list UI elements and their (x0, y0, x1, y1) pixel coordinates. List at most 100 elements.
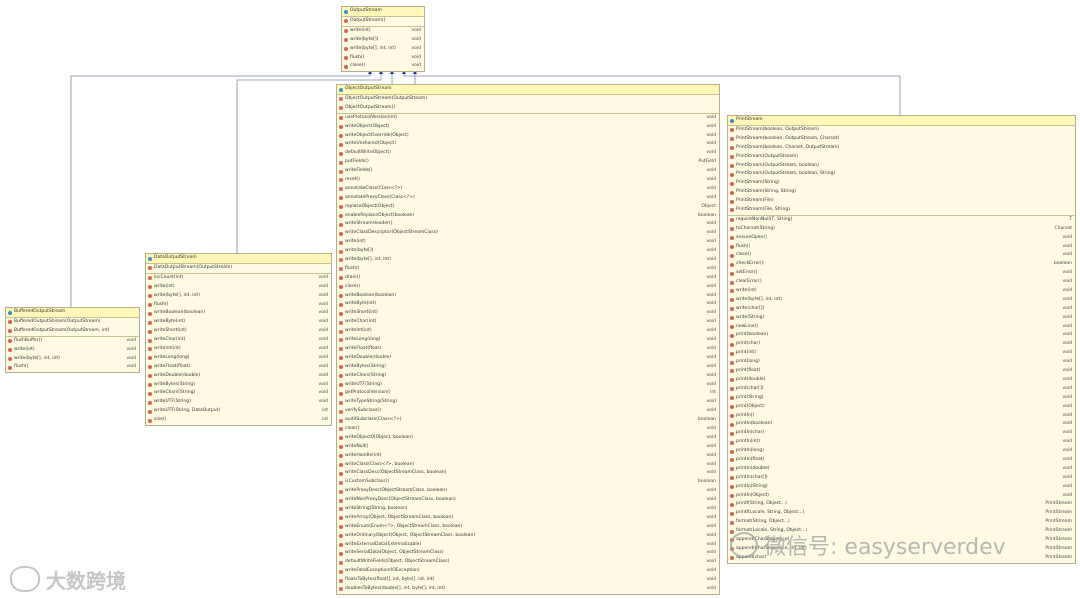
method-icon (730, 245, 734, 250)
method-row: writeClassDesc(ObjectStreamClass, boolea… (337, 469, 719, 478)
method-signature: flush() (154, 301, 169, 307)
method-signature: println(float) (736, 456, 765, 462)
method-row: writeHandle(int) void (337, 452, 719, 461)
method-row: write(byte[]) void (342, 36, 424, 45)
method-row: writeOrdinaryObject(Object, ObjectStream… (337, 532, 719, 541)
method-signature: writeChars(String) (154, 390, 196, 396)
method-signature: writeBoolean(boolean) (154, 310, 206, 316)
method-signature: writeObject(Object) (345, 123, 390, 129)
method-return-type: void (706, 345, 716, 351)
method-icon (148, 285, 152, 290)
method-signature: println(long) (736, 448, 764, 454)
method-signature: writeShort(int) (345, 310, 378, 316)
method-row: println(int) void (728, 438, 1075, 447)
method-row: checkError() boolean (728, 260, 1075, 269)
method-icon (148, 400, 152, 405)
method-signature: writeString(String, boolean) (345, 505, 408, 511)
method-row: writeFatalException(IOException) void (337, 567, 719, 576)
constructor-icon (730, 181, 734, 186)
constructor-row: PrintStream(OutputStream) (728, 153, 1075, 162)
method-row: writeByte(int) void (146, 318, 331, 327)
method-return-type: void (706, 443, 716, 449)
method-signature: checkError() (736, 261, 764, 267)
logo-watermark: 大数跨境 (10, 565, 150, 593)
method-signature: writeObject0(Object, boolean) (345, 434, 413, 440)
method-icon (339, 196, 343, 201)
constructors-section: BufferedOutputStream(OutputStream) Buffer… (6, 318, 139, 337)
constructor-icon (8, 329, 12, 334)
constructor-icon (8, 320, 12, 325)
method-row: flush() void (6, 363, 139, 372)
method-return-type: void (1062, 456, 1072, 462)
method-row: write(int) void (146, 283, 331, 292)
method-row: write(byte[], int, int) void (6, 355, 139, 364)
constructor-row: BufferedOutputStream(OutputStream) (6, 318, 139, 327)
method-signature: ensureOpen() (736, 234, 767, 240)
method-signature: writeFloat(float) (345, 345, 382, 351)
class-name: DataOutputStream (154, 255, 197, 261)
method-row: println(long) void (728, 447, 1075, 456)
method-return-type: void (706, 550, 716, 556)
method-signature: incCount(int) (154, 274, 184, 280)
method-signature: flush() (736, 243, 751, 249)
method-signature: writeChars(String) (345, 372, 387, 378)
method-icon (339, 222, 343, 227)
method-return-type: void (706, 239, 716, 245)
method-return-type: void (318, 319, 328, 325)
method-signature: println(double) (736, 465, 770, 471)
method-return-type: void (706, 408, 716, 414)
method-row: writeBytes(String) void (146, 381, 331, 390)
class-objectoutputstream: ObjectOutputStream ObjectOutputStream(Out… (336, 84, 720, 595)
constructor-signature: PrintStream(File) (736, 198, 774, 204)
method-icon (339, 569, 343, 574)
method-return-type: void (706, 434, 716, 440)
method-icon (730, 342, 734, 347)
method-return-type: void (706, 372, 716, 378)
constructor-row: PrintStream(String, String) (728, 188, 1075, 197)
method-signature: print(double) (736, 376, 766, 382)
method-signature: write(byte[]) (345, 248, 374, 254)
method-row: defaultWriteFields(Object, ObjectStreamC… (337, 558, 719, 567)
constructors-section: DataOutputStream(OutputStream) (146, 264, 331, 274)
method-signature: writeChar(int) (154, 337, 186, 343)
method-signature: close() (736, 252, 752, 258)
method-signature: writeStreamHeader() (345, 221, 393, 227)
method-icon (730, 289, 734, 294)
method-return-type: void (318, 283, 328, 289)
method-signature: reset() (345, 177, 360, 183)
method-signature: writeLong(long) (345, 337, 381, 343)
method-row: write(int) void (6, 346, 139, 355)
method-return-type: void (318, 399, 328, 405)
method-icon (730, 485, 734, 490)
method-row: writeSerialData(Object, ObjectStreamClas… (337, 549, 719, 558)
method-signature: clearError() (736, 279, 762, 285)
method-signature: setError() (736, 270, 758, 276)
method-return-type: PrintStream (1045, 501, 1072, 507)
method-row: drain() void (337, 274, 719, 283)
method-return-type: void (318, 337, 328, 343)
method-row: println(float) void (728, 456, 1075, 465)
method-row: isCustomSubclass() boolean (337, 478, 719, 487)
constructor-row: PrintStream(boolean, OutputStream) (728, 126, 1075, 135)
method-icon (339, 400, 343, 405)
method-row: writeChars(String) void (146, 389, 331, 398)
method-return-type: void (1062, 350, 1072, 356)
method-icon (339, 578, 343, 583)
method-row: clear() void (337, 425, 719, 434)
method-row: flush() void (337, 265, 719, 274)
method-row: writeProxyDesc(ObjectStreamClass, boolea… (337, 487, 719, 496)
method-return-type: boolean (1054, 261, 1072, 267)
method-return-type: void (706, 363, 716, 369)
method-return-type: void (1062, 341, 1072, 347)
method-return-type: void (706, 230, 716, 236)
constructor-icon (730, 208, 734, 213)
method-icon (730, 325, 734, 330)
method-return-type: boolean (698, 417, 716, 423)
method-signature: putFields() (345, 159, 369, 165)
method-signature: writeOrdinaryObject(Object, ObjectStream… (345, 532, 476, 538)
method-row: print(int) void (728, 349, 1075, 358)
method-icon (339, 489, 343, 494)
method-icon (339, 560, 343, 565)
method-icon (730, 333, 734, 338)
method-row: annotateProxyClass(Class<?>) void (337, 194, 719, 203)
